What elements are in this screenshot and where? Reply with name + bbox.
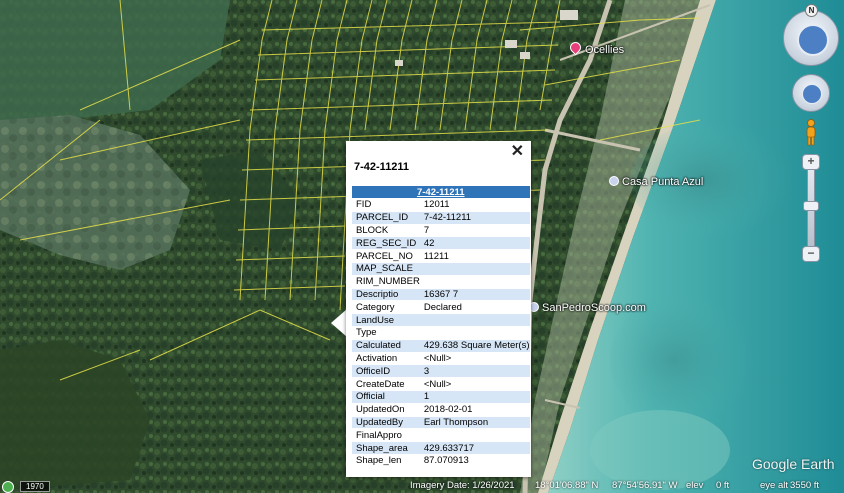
attribute-value: Declared xyxy=(423,301,462,313)
place-label: Casa Punta Azul xyxy=(622,176,704,188)
attribute-row: UpdatedBy Earl Thompson xyxy=(352,416,530,429)
eye-altitude-label: eye alt xyxy=(760,480,788,491)
street-view-pegman-icon[interactable] xyxy=(803,119,819,147)
north-up-button[interactable]: N xyxy=(805,4,818,17)
zoom-slider-thumb[interactable] xyxy=(803,201,819,211)
map-pin-icon xyxy=(567,39,584,56)
attribute-value: 1 xyxy=(419,390,530,403)
attribute-key: RIM_NUMBER xyxy=(356,276,420,288)
eye-altitude-value: 3550 ft xyxy=(790,480,820,491)
attribute-key: MAP_SCALE xyxy=(352,262,420,275)
attribute-key: CreateDate xyxy=(356,378,405,390)
attribute-value: 429.638 Square Meter(s) xyxy=(419,339,530,352)
attribute-key: REG_SEC_ID xyxy=(352,237,420,250)
attribute-value: 2018-02-01 xyxy=(423,404,473,416)
attribute-key: UpdatedOn xyxy=(356,404,405,416)
place-marker-casa-punta-azul[interactable]: Casa Punta Azul xyxy=(609,176,703,188)
attribute-value xyxy=(420,327,530,339)
attribute-row: Activation <Null> xyxy=(352,353,530,365)
attribute-row: BLOCK 7 xyxy=(352,225,530,237)
attribute-key: Activation xyxy=(356,352,398,364)
zoom-out-button[interactable]: − xyxy=(802,246,820,262)
shallows xyxy=(590,410,730,490)
elevation-value: 0 ft xyxy=(716,480,730,491)
attribute-key: BLOCK xyxy=(356,224,389,236)
attribute-row: Type xyxy=(352,327,530,339)
attribute-value: 7-42-11211 xyxy=(419,211,530,224)
attribute-row: UpdatedOn 2018-02-01 xyxy=(352,404,530,416)
place-marker-ocellies[interactable]: Ocellies xyxy=(567,39,625,56)
place-label: Ocellies xyxy=(585,44,625,56)
zoom-in-button[interactable]: + xyxy=(802,154,820,170)
attribute-key: Category xyxy=(356,301,395,313)
attribute-value: 7 xyxy=(423,224,430,236)
elevation-label: elev xyxy=(686,480,704,491)
attribute-row: Calculated 429.638 Square Meter(s) xyxy=(352,339,530,352)
attribute-row: Shape_area 429.633717 xyxy=(352,442,530,454)
attribute-key: Shape_area xyxy=(352,442,420,454)
attribute-row: LandUse xyxy=(352,314,530,326)
attribute-row: PARCEL_NO 11211 xyxy=(352,250,530,262)
balloon-pointer xyxy=(331,309,347,337)
attribute-row: RIM_NUMBER xyxy=(352,276,530,288)
longitude: 87°54'56.91" W xyxy=(612,480,678,491)
attribute-row: FinalAppro xyxy=(352,429,530,441)
attribute-row: Official 1 xyxy=(352,390,530,403)
attribute-value: 12011 xyxy=(423,199,450,211)
attribute-value: <Null> xyxy=(423,378,452,390)
attribute-value xyxy=(419,314,530,326)
move-joystick-icon[interactable] xyxy=(802,84,822,104)
look-around-control[interactable] xyxy=(783,10,839,66)
latitude: 18°01'06.88" N xyxy=(535,480,599,491)
attribute-value: 11211 xyxy=(423,250,449,262)
close-icon[interactable]: ✕ xyxy=(511,144,524,160)
attribute-key: FID xyxy=(356,199,372,211)
look-joystick-icon[interactable] xyxy=(797,24,829,56)
attribute-key: Type xyxy=(356,327,377,339)
attribute-row: OfficeID 3 xyxy=(352,365,530,378)
attribute-value xyxy=(420,429,530,441)
attribute-row: Shape_len 87.070913 xyxy=(352,455,530,467)
place-dot-icon xyxy=(609,176,619,186)
place-label: SanPedroScoop.com xyxy=(542,302,646,314)
attribute-key: Shape_len xyxy=(356,455,402,467)
attribute-row: Descriptio 16367 7 xyxy=(352,288,530,301)
attribute-key: Descriptio xyxy=(352,288,420,301)
balloon-title: 7-42-11211 xyxy=(354,161,410,173)
attribute-value: <Null> xyxy=(423,352,452,364)
attribute-value: 3 xyxy=(419,365,530,378)
attribute-row: FID 12011 xyxy=(352,199,530,211)
attribute-key: PARCEL_ID xyxy=(352,211,420,224)
move-control[interactable] xyxy=(792,74,830,112)
attribute-key: LandUse xyxy=(352,314,420,326)
attribute-key: Official xyxy=(352,390,420,403)
attribute-value: 16367 7 xyxy=(419,288,530,301)
google-earth-logo: Google Earth xyxy=(752,456,835,472)
attribute-value: 42 xyxy=(419,237,530,250)
attribute-key: Calculated xyxy=(352,339,420,352)
attribute-value: Earl Thompson xyxy=(419,416,530,429)
place-marker-sanpedroscoop[interactable]: SanPedroScoop.com xyxy=(529,302,646,314)
attribute-key: OfficeID xyxy=(352,365,420,378)
attribute-key: FinalAppro xyxy=(356,429,402,441)
attribute-table: 7-42-11211 FID 12011 PARCEL_ID 7-42-11211 BL… xyxy=(352,185,530,468)
attribute-value: 429.633717 xyxy=(419,442,530,454)
attribute-value xyxy=(420,276,530,288)
status-bar: Imagery Date: 1/26/2021 18°01'06.88" N 8… xyxy=(0,480,844,493)
attribute-row: REG_SEC_ID 42 xyxy=(352,237,530,250)
attribute-value: 87.070913 xyxy=(423,455,469,467)
attribute-row: MAP_SCALE xyxy=(352,262,530,275)
attribute-row: PARCEL_ID 7-42-11211 xyxy=(352,211,530,224)
attribute-value xyxy=(419,262,530,275)
attribute-key: UpdatedBy xyxy=(352,416,420,429)
attribute-table-header: 7-42-11211 xyxy=(352,186,530,198)
imagery-date: Imagery Date: 1/26/2021 xyxy=(410,480,515,491)
attribute-row: Category Declared xyxy=(352,301,530,313)
attribute-row: CreateDate <Null> xyxy=(352,378,530,390)
info-balloon: ✕ 7-42-11211 7-42-11211 FID 12011 PARCEL_I… xyxy=(346,141,531,477)
attribute-key: PARCEL_NO xyxy=(356,250,413,262)
